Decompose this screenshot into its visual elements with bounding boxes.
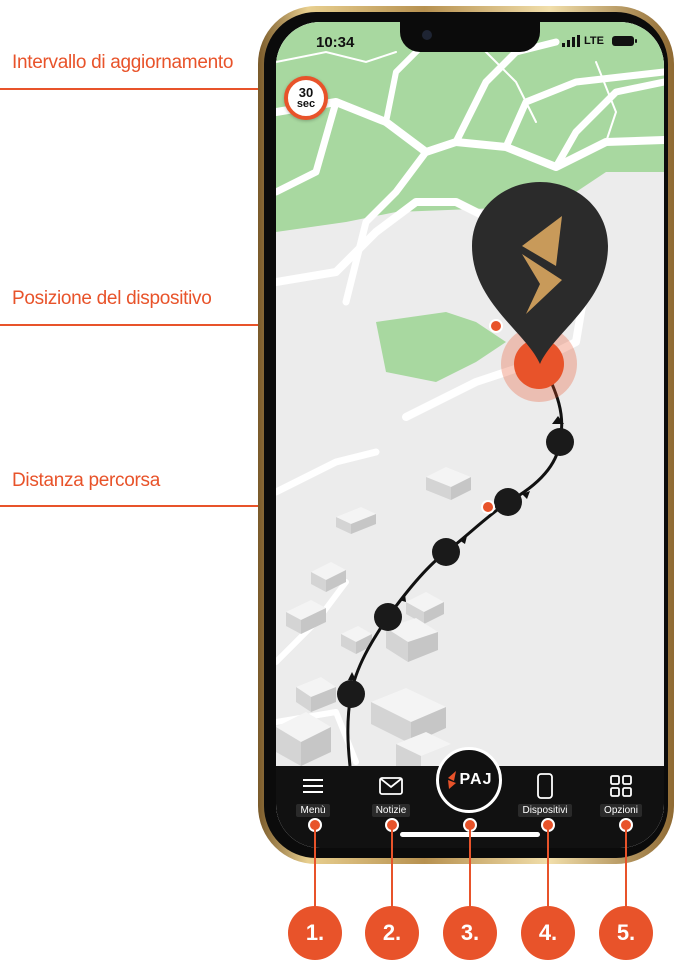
refresh-interval-unit: sec bbox=[296, 98, 316, 110]
number-badge-5: 5. bbox=[599, 906, 653, 960]
paj-logo-text: PAJ bbox=[459, 771, 493, 788]
waypoint-1 bbox=[546, 428, 574, 456]
nav-item-menu[interactable]: Menù bbox=[280, 772, 346, 817]
nav-item-dispositivi[interactable]: Dispositivi bbox=[512, 772, 578, 817]
callout-line-refresh bbox=[0, 88, 290, 90]
waypoint-5 bbox=[337, 680, 365, 708]
nav-label-menu: Menù bbox=[296, 804, 330, 817]
number-badge-2: 2. bbox=[365, 906, 419, 960]
phone-notch bbox=[400, 22, 540, 52]
badge-stem-5 bbox=[625, 826, 627, 908]
waypoint-4 bbox=[374, 603, 402, 631]
waypoint-3 bbox=[432, 538, 460, 566]
badge-stem-2 bbox=[391, 826, 393, 908]
callout-dot-distance bbox=[481, 500, 495, 514]
callout-refresh-interval: Intervallo di aggiornamento bbox=[12, 52, 234, 73]
network-type: LTE bbox=[584, 35, 604, 47]
nav-label-notizie: Notizie bbox=[371, 804, 411, 817]
badge-stem-4 bbox=[547, 826, 549, 908]
battery-icon bbox=[612, 36, 637, 46]
nav-label-opzioni: Opzioni bbox=[600, 804, 642, 817]
callout-device-position: Posizione del dispositivo bbox=[12, 288, 212, 309]
map-view[interactable] bbox=[276, 22, 664, 848]
status-indicators: LTE bbox=[562, 35, 637, 47]
number-badge-1: 1. bbox=[288, 906, 342, 960]
nav-label-dispositivi: Dispositivi bbox=[518, 804, 572, 817]
paj-home-button[interactable]: PAJ bbox=[436, 747, 502, 813]
menu-icon bbox=[302, 772, 324, 800]
mail-icon bbox=[379, 772, 403, 800]
paj-logo-icon bbox=[447, 771, 456, 789]
waypoint-2 bbox=[494, 488, 522, 516]
phone-screen: 10:34 LTE 30 sec Menù Notizie Dispositiv… bbox=[276, 22, 664, 848]
badge-stem-1 bbox=[314, 826, 316, 908]
front-camera-icon bbox=[422, 30, 432, 40]
number-badge-4: 4. bbox=[521, 906, 575, 960]
nav-item-opzioni[interactable]: Opzioni bbox=[588, 772, 654, 817]
phone-device-icon bbox=[537, 772, 553, 800]
refresh-interval-badge[interactable]: 30 sec bbox=[284, 76, 328, 120]
nav-item-notizie[interactable]: Notizie bbox=[358, 772, 424, 817]
paj-logo: PAJ bbox=[446, 770, 493, 790]
callout-distance-traveled: Distanza percorsa bbox=[12, 470, 161, 491]
signal-icon bbox=[562, 35, 581, 47]
number-badge-3: 3. bbox=[443, 906, 497, 960]
callout-dot-position bbox=[489, 319, 503, 333]
badge-stem-3 bbox=[469, 826, 471, 908]
status-time: 10:34 bbox=[316, 34, 355, 51]
grid-icon bbox=[610, 772, 632, 800]
